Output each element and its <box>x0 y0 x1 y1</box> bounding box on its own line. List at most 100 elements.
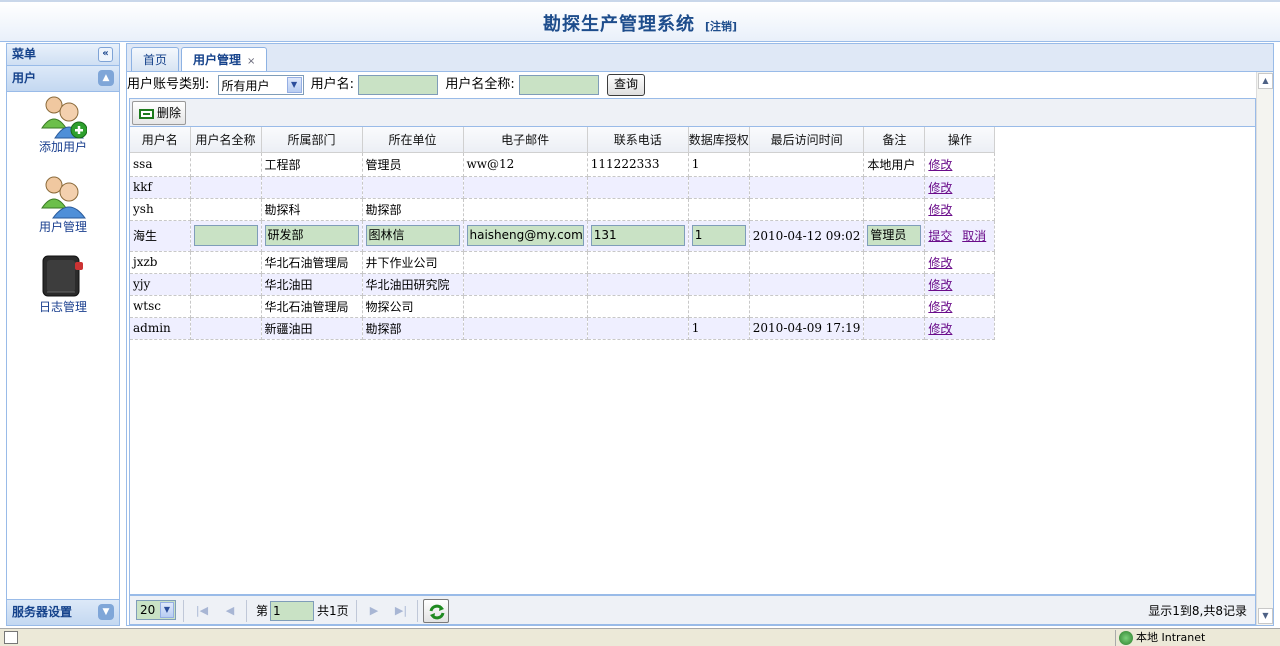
column-header[interactable]: 所属部门 <box>261 127 363 153</box>
column-header[interactable]: 所在单位 <box>362 127 464 153</box>
scroll-down-icon[interactable]: ▼ <box>1258 608 1273 624</box>
table-row[interactable]: wtsc 华北石油管理局 物探公司 修改 <box>130 295 996 318</box>
column-header[interactable]: 电子邮件 <box>463 127 588 153</box>
fullname-edit-input[interactable] <box>193 225 258 246</box>
refresh-button[interactable] <box>423 599 449 623</box>
cell-username: 海生 <box>130 220 191 252</box>
edit-link[interactable]: 修改 <box>928 300 952 314</box>
phone-edit-input[interactable]: 131 <box>590 225 685 246</box>
refresh-icon <box>429 604 445 620</box>
cell-actions: 修改 <box>924 198 996 221</box>
log-book-icon <box>39 252 87 300</box>
app-title: 勘探生产管理系统 [注销] <box>542 14 738 35</box>
sidebar-item-label: 日志管理 <box>38 300 87 314</box>
prev-page-icon[interactable]: ◀ <box>220 601 240 621</box>
chevron-down-icon[interactable]: ▼ <box>160 602 174 618</box>
tab-bar: 首页 用户管理 × <box>126 43 1274 73</box>
column-header[interactable]: 联系电话 <box>587 127 689 153</box>
menu-header: 菜单 « <box>7 44 119 66</box>
cell-unit: 井下作业公司 <box>362 251 464 274</box>
cell-phone <box>587 317 689 340</box>
column-header[interactable]: 用户名 <box>130 127 191 153</box>
cell-remark <box>863 176 926 199</box>
first-page-icon[interactable]: |◀ <box>192 601 212 621</box>
cell-last-access: 2010-04-12 09:02 <box>749 220 865 252</box>
cell-phone: 111222333 <box>587 152 689 177</box>
remark-edit-input[interactable]: 管理员 <box>867 225 922 246</box>
page-size-select[interactable]: 20 ▼ <box>136 600 176 620</box>
chevron-down-icon[interactable]: ▼ <box>98 604 114 620</box>
close-tab-icon[interactable]: × <box>247 56 255 67</box>
column-header[interactable]: 备注 <box>863 127 926 153</box>
edit-link[interactable]: 修改 <box>928 278 952 292</box>
cell-fullname <box>190 273 262 296</box>
tab-home[interactable]: 首页 <box>131 47 180 72</box>
cell-fullname <box>190 198 262 221</box>
cell-actions: 修改 <box>924 251 996 274</box>
section-users-header[interactable]: 用户 ▲ <box>7 66 119 92</box>
cell-username: kkf <box>130 176 191 199</box>
account-type-select[interactable]: 所有用户 ▼ <box>217 75 304 95</box>
column-header[interactable]: 操作 <box>924 127 996 153</box>
table-row-editing[interactable]: 海生 研发部 图林信 haisheng@my.com 131 1 2010-04… <box>130 220 996 252</box>
cell-db-auth <box>688 251 750 274</box>
cell-remark: 管理员 <box>863 220 926 252</box>
cell-db-auth <box>688 295 750 318</box>
db-auth-edit-input[interactable]: 1 <box>691 225 746 246</box>
cell-fullname <box>190 220 262 252</box>
cell-remark <box>863 251 926 274</box>
column-header[interactable]: 最后访问时间 <box>749 127 865 153</box>
edit-link[interactable]: 修改 <box>928 322 952 336</box>
logout-link[interactable]: [注销] <box>705 20 737 33</box>
submit-link[interactable]: 提交 <box>928 229 952 243</box>
table-row[interactable]: kkf 修改 <box>130 176 996 199</box>
sidebar-item-add-user[interactable]: 添加用户 <box>13 92 113 154</box>
section-server-settings-header[interactable]: 服务器设置 ▼ <box>7 599 119 625</box>
cell-db-auth: 1 <box>688 220 750 252</box>
edit-link[interactable]: 修改 <box>928 181 952 195</box>
unit-edit-input[interactable]: 图林信 <box>365 225 460 246</box>
cell-remark <box>863 198 926 221</box>
cell-department: 新疆油田 <box>261 317 363 340</box>
sidebar-item-log-management[interactable]: 日志管理 <box>13 252 113 314</box>
table-row[interactable]: jxzb 华北石油管理局 井下作业公司 修改 <box>130 251 996 274</box>
email-edit-input[interactable]: haisheng@my.com <box>466 225 584 246</box>
edit-link[interactable]: 修改 <box>928 203 952 217</box>
table-row[interactable]: ysh 勘探科 勘探部 修改 <box>130 198 996 221</box>
column-header[interactable]: 数据库授权 <box>688 127 750 153</box>
column-header[interactable]: 用户名全称 <box>190 127 262 153</box>
grid-toolbar: 删除 <box>130 99 1255 127</box>
browser-status-bar: 本地 Intranet <box>0 628 1280 646</box>
table-row[interactable]: yjy 华北油田 华北油田研究院 修改 <box>130 273 996 296</box>
sidebar: 菜单 « 用户 ▲ 添加用户 用户管理 日志管理 服务器设置 ▼ <box>6 43 120 626</box>
username-input[interactable] <box>358 75 439 95</box>
chevron-down-icon[interactable]: ▼ <box>286 77 302 93</box>
add-user-icon <box>39 92 88 140</box>
scroll-up-icon[interactable]: ▲ <box>1258 73 1273 89</box>
edit-link[interactable]: 修改 <box>928 158 952 172</box>
delete-button[interactable]: 删除 <box>132 101 186 125</box>
sidebar-item-label: 添加用户 <box>38 140 87 154</box>
query-button[interactable]: 查询 <box>607 74 646 96</box>
cell-phone <box>587 273 689 296</box>
tab-user-management[interactable]: 用户管理 × <box>181 47 268 73</box>
cell-username: admin <box>130 317 191 340</box>
next-page-icon[interactable]: ▶ <box>364 601 384 621</box>
table-row[interactable]: admin 新疆油田 勘探部 1 2010-04-09 17:19 修改 <box>130 317 996 340</box>
sidebar-item-user-management[interactable]: 用户管理 <box>13 172 113 234</box>
cancel-link[interactable]: 取消 <box>962 229 986 243</box>
collapse-menu-icon[interactable]: « <box>98 47 113 62</box>
fullname-input[interactable] <box>518 75 599 95</box>
page-number-input[interactable]: 1 <box>270 601 314 621</box>
department-edit-input[interactable]: 研发部 <box>264 225 359 246</box>
cell-fullname <box>190 295 262 318</box>
chevron-up-icon[interactable]: ▲ <box>98 70 114 86</box>
delete-icon <box>139 109 154 119</box>
cell-actions: 提交 取消 <box>924 220 996 252</box>
cell-last-access: 2010-04-09 17:19 <box>749 317 865 340</box>
last-page-icon[interactable]: ▶| <box>391 601 411 621</box>
vertical-scrollbar[interactable]: ▲ ▼ <box>1256 72 1273 625</box>
edit-link[interactable]: 修改 <box>928 256 952 270</box>
divider <box>356 600 357 622</box>
table-row[interactable]: ssa 工程部 管理员 ww@12 111222333 1 本地用户 修改 <box>130 152 996 177</box>
